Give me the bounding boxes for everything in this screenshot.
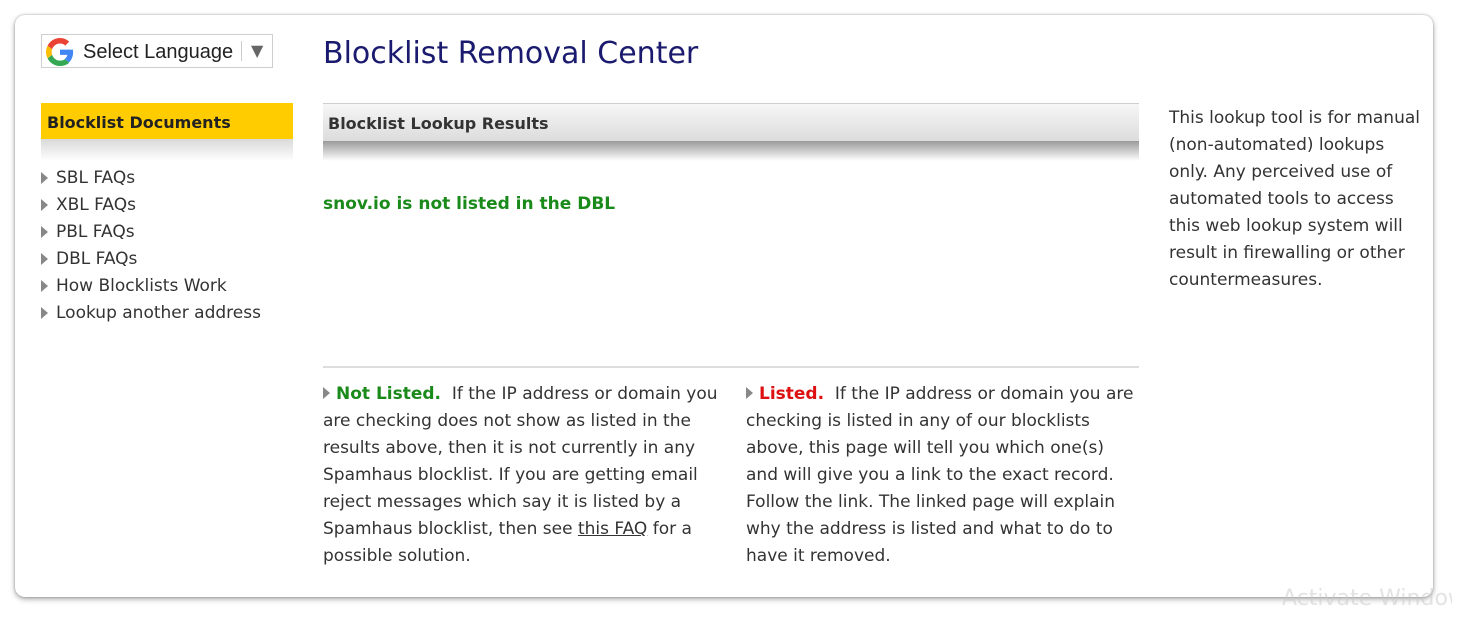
- not-listed-explanation: Not Listed. If the IP address or domain …: [323, 381, 718, 570]
- sidebar-item-pbl-faqs[interactable]: PBL FAQs: [41, 218, 261, 245]
- listed-label: Listed.: [759, 384, 825, 404]
- activate-windows-watermark: Activate Windows: [1282, 586, 1452, 611]
- sidebar-item-label[interactable]: XBL FAQs: [56, 195, 136, 215]
- sidebar-item-sbl-faqs[interactable]: SBL FAQs: [41, 164, 261, 191]
- triangle-bullet-icon: [41, 306, 48, 319]
- results-heading: Blocklist Lookup Results: [323, 103, 1139, 141]
- sidebar-nav: SBL FAQs XBL FAQs PBL FAQs DBL FAQs How …: [41, 164, 261, 326]
- triangle-bullet-icon: [41, 252, 48, 265]
- sidebar-item-label[interactable]: SBL FAQs: [56, 168, 135, 188]
- sidebar-item-label[interactable]: PBL FAQs: [56, 222, 135, 242]
- lookup-result-message: snov.io is not listed in the DBL: [323, 194, 616, 214]
- not-listed-label: Not Listed.: [336, 384, 442, 404]
- results-heading-shadow: [323, 141, 1139, 161]
- triangle-bullet-icon: [323, 387, 330, 399]
- triangle-bullet-icon: [41, 225, 48, 238]
- sidebar-item-how-blocklists-work[interactable]: How Blocklists Work: [41, 272, 261, 299]
- dropdown-arrow-icon[interactable]: ▼: [251, 41, 263, 60]
- sidebar-item-label[interactable]: How Blocklists Work: [56, 276, 227, 296]
- triangle-bullet-icon: [746, 387, 753, 399]
- sidebar-heading-shadow: [41, 139, 293, 161]
- sidebar-item-lookup-another[interactable]: Lookup another address: [41, 299, 261, 326]
- language-selector-divider: [241, 41, 242, 61]
- automation-notice: This lookup tool is for manual (non-auto…: [1169, 108, 1420, 290]
- listed-text: If the IP address or domain you are chec…: [746, 384, 1134, 566]
- triangle-bullet-icon: [41, 171, 48, 184]
- sidebar-item-dbl-faqs[interactable]: DBL FAQs: [41, 245, 261, 272]
- google-g-icon: [46, 38, 74, 66]
- page-title: Blocklist Removal Center: [323, 36, 699, 71]
- language-selector[interactable]: Select Language ▼: [41, 34, 273, 68]
- results-divider: [323, 366, 1139, 368]
- sidebar-item-label[interactable]: Lookup another address: [56, 303, 261, 323]
- listed-explanation: Listed. If the IP address or domain you …: [746, 381, 1138, 570]
- sidebar-item-label[interactable]: DBL FAQs: [56, 249, 137, 269]
- sidebar-item-xbl-faqs[interactable]: XBL FAQs: [41, 191, 261, 218]
- sidebar-heading: Blocklist Documents: [41, 103, 293, 139]
- faq-link[interactable]: this FAQ: [578, 519, 647, 539]
- triangle-bullet-icon: [41, 198, 48, 211]
- language-selector-label: Select Language: [83, 41, 234, 63]
- not-listed-text: If the IP address or domain you are chec…: [323, 384, 718, 539]
- triangle-bullet-icon: [41, 279, 48, 292]
